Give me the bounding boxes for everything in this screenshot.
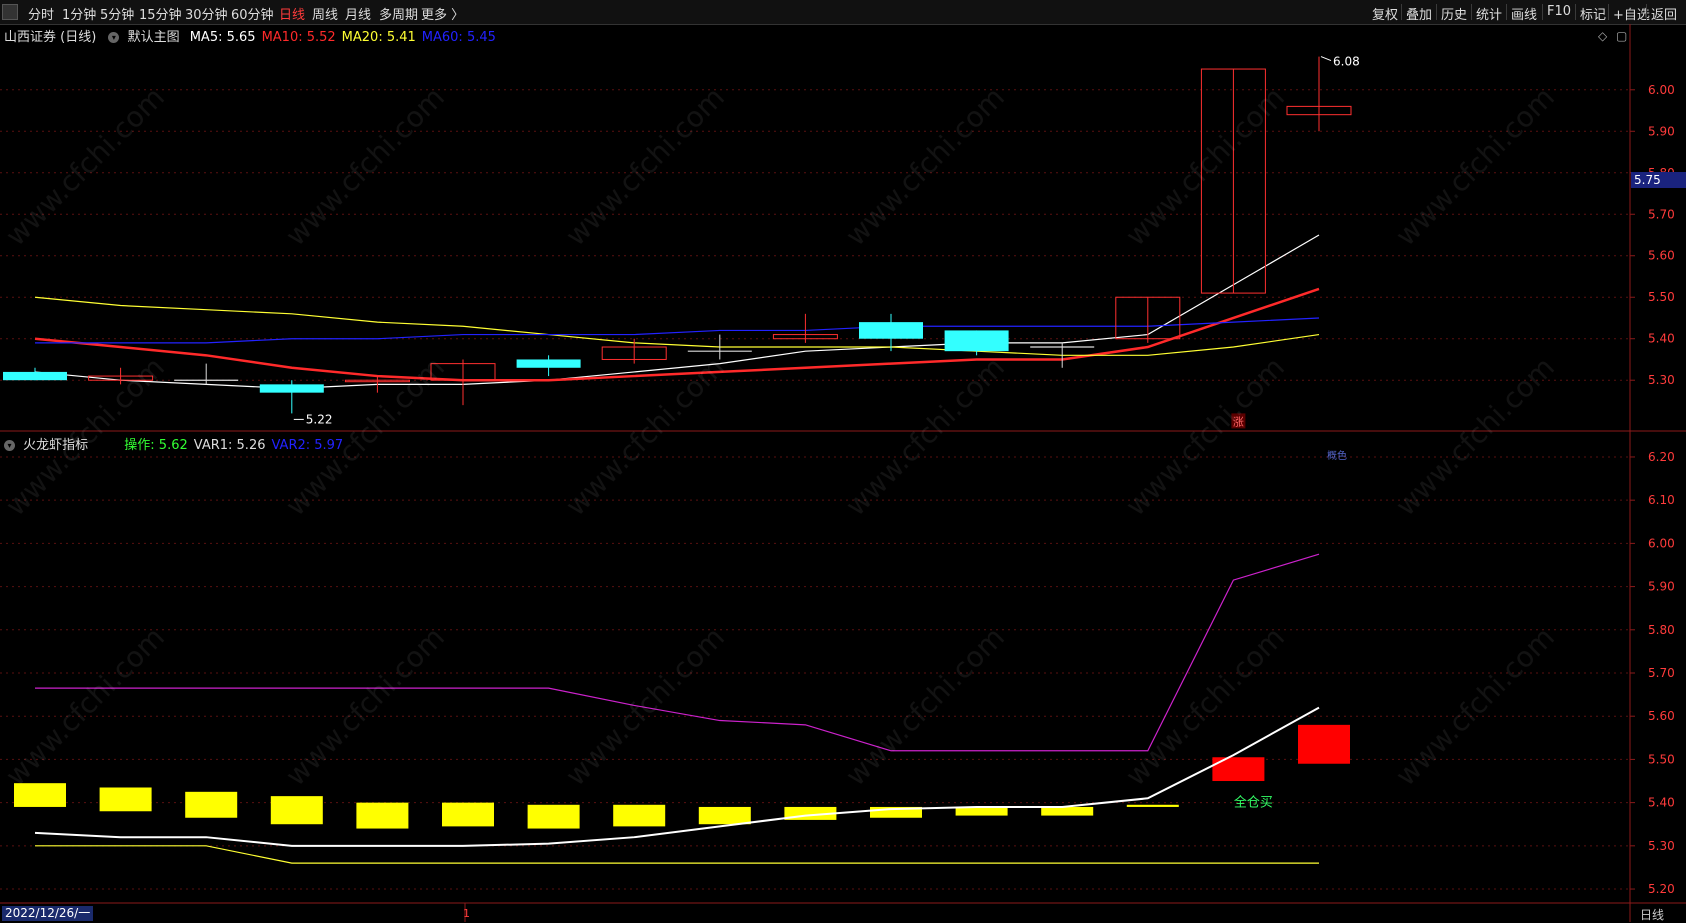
- stock-name: 山西证券 (日线): [4, 30, 97, 45]
- diamond-icon[interactable]: ◇: [1598, 29, 1607, 43]
- faint-label: 概色: [1327, 449, 1347, 462]
- ma-label-1: MA10: 5.52: [261, 30, 336, 45]
- ma-line-MA10: [34, 287, 1320, 382]
- min-price-label: 5.22: [306, 412, 333, 426]
- ma-label-2: MA20: 5.41: [341, 30, 416, 45]
- signal-text: 全仓买: [1234, 795, 1273, 811]
- y-tick-label: 5.30: [1648, 839, 1675, 853]
- yellow-bar: [270, 796, 323, 825]
- max-price-pointer: [1320, 56, 1332, 62]
- yellow-bar: [356, 802, 409, 829]
- window-icon[interactable]: ▢: [1616, 29, 1627, 43]
- red-bar: [1298, 724, 1350, 764]
- main-legend: 山西证券 (日线) ▾ 默认主图 MA5: 5.65 MA10: 5.52 MA20…: [4, 26, 496, 45]
- y-tick-label: 5.50: [1648, 290, 1675, 304]
- yellow-bar: [1041, 806, 1094, 816]
- y-tick-label: 5.80: [1648, 623, 1675, 637]
- ma-line-MA5: [34, 234, 1320, 390]
- footer-marker: 1: [463, 907, 470, 920]
- yellow-bar: [442, 802, 494, 827]
- yellow-bar: [527, 804, 580, 829]
- ma-label-3: MA60: 5.45: [421, 30, 496, 45]
- max-price-label: 6.08: [1333, 55, 1360, 69]
- indicator-line-VAR1: [35, 845, 1319, 864]
- y-tick-label: 5.50: [1648, 752, 1675, 766]
- candle-body-down: [3, 371, 67, 381]
- y-tick-label: 5.90: [1648, 124, 1675, 138]
- yellow-bar: [613, 804, 666, 827]
- y-tick-label: 6.20: [1648, 450, 1675, 464]
- footer-period[interactable]: 日线: [1640, 906, 1664, 923]
- indicator-settings-icon[interactable]: ▾: [4, 440, 15, 451]
- y-tick-label: 6.10: [1648, 493, 1675, 507]
- y-tick-label: 6.00: [1648, 83, 1675, 97]
- ma-label-0: MA5: 5.65: [189, 30, 256, 45]
- candle-body-down: [516, 359, 581, 368]
- yellow-bar: [698, 806, 751, 825]
- y-tick-label: 5.70: [1648, 666, 1675, 680]
- y-tick-label: 5.40: [1648, 796, 1675, 810]
- yellow-bar: [185, 791, 238, 818]
- y-tick-label: 5.40: [1648, 332, 1675, 346]
- candle-body-down: [859, 322, 923, 339]
- y-tick-label: 6.00: [1648, 536, 1675, 550]
- y-tick-label: 5.60: [1648, 709, 1675, 723]
- settings-icon[interactable]: ▾: [108, 32, 120, 43]
- indicator-value-1: VAR1: 5.26: [193, 438, 266, 453]
- y-tick-label: 5.20: [1648, 882, 1675, 896]
- yellow-bar: [99, 787, 152, 812]
- current-price-tag: 5.75: [1631, 172, 1686, 188]
- yellow-bar: [1126, 804, 1179, 807]
- chart-name[interactable]: 默认主图: [128, 30, 180, 45]
- footer-date: 2022/12/26/一: [2, 906, 94, 921]
- candle-body-down: [259, 384, 324, 393]
- y-tick-label: 5.60: [1648, 249, 1675, 263]
- y-tick-label: 5.30: [1648, 373, 1675, 387]
- indicator-value-0: 操作: 5.62: [124, 438, 188, 453]
- y-tick-label: 5.90: [1648, 580, 1675, 594]
- y-tick-label: 5.70: [1648, 207, 1675, 221]
- candle-body-down: [944, 330, 1009, 352]
